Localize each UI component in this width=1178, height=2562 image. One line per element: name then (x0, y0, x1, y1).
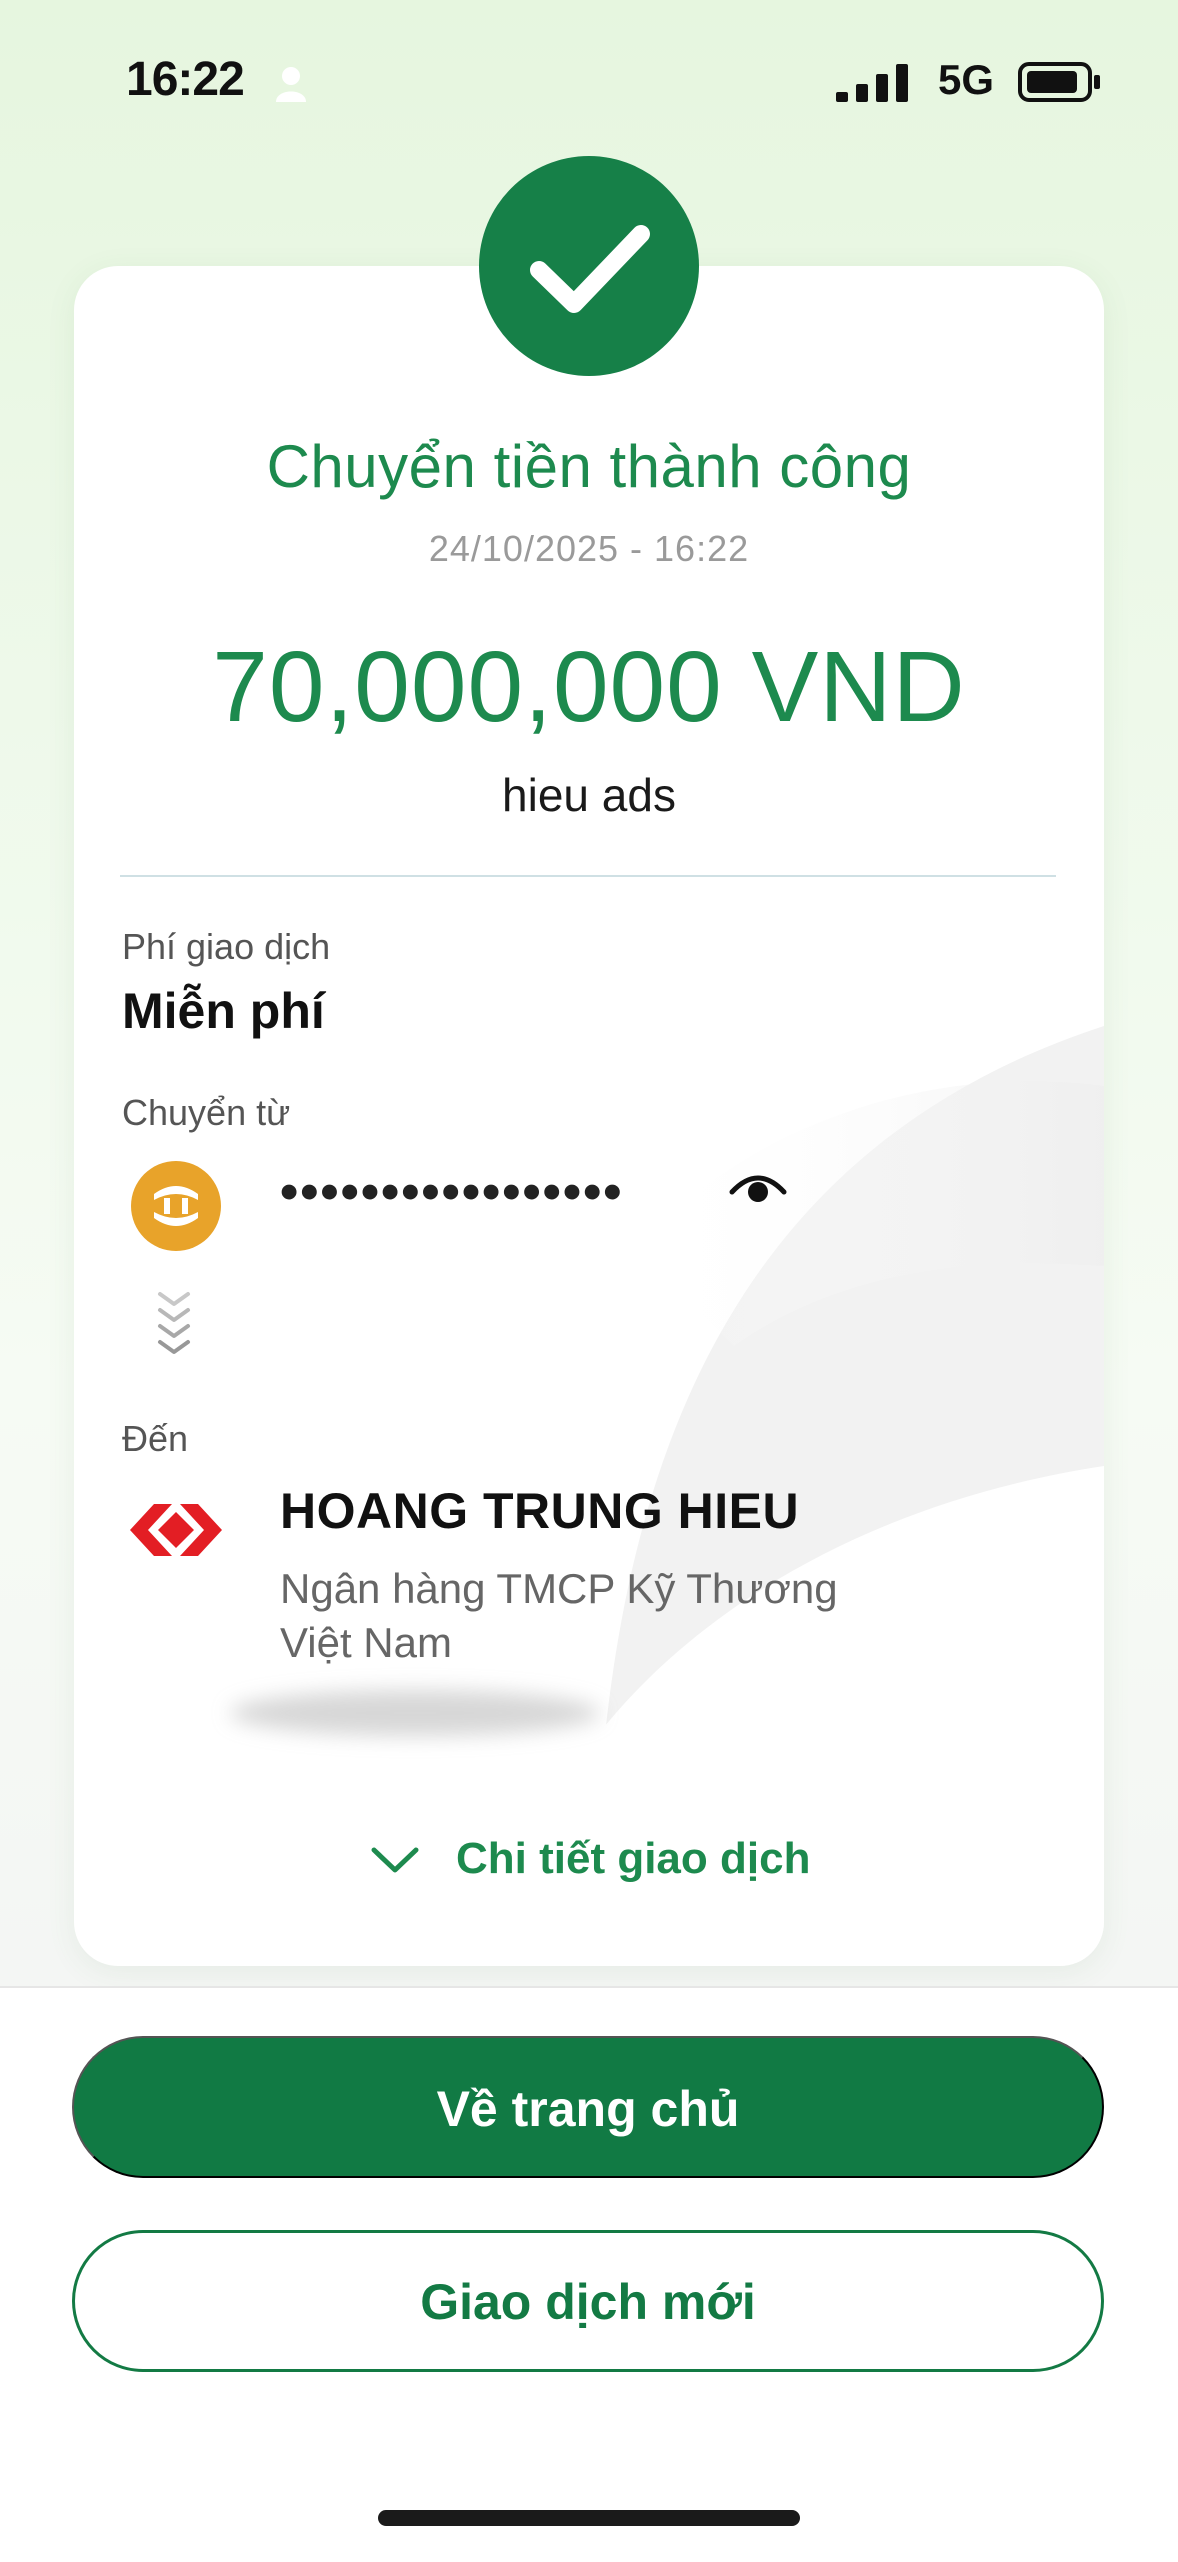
fee-value: Miễn phí (122, 983, 325, 1039)
transfer-note: hieu ads (502, 769, 676, 821)
home-button[interactable]: Về trang chủ (72, 2036, 1104, 2178)
recipient-name: HOANG TRUNG HIEU (280, 1483, 800, 1539)
success-badge (479, 156, 699, 376)
from-label: Chuyển từ (122, 1092, 291, 1133)
status-bar: 16:22 5G (0, 0, 1178, 160)
chevrons-down-icon (154, 1286, 194, 1363)
techcombank-logo-icon (128, 1498, 224, 1567)
divider (120, 875, 1056, 877)
page-title: Chuyển tiền thành công (266, 433, 912, 500)
check-icon (530, 225, 650, 313)
person-icon (276, 66, 306, 107)
details-link-label: Chi tiết giao dịch (456, 1834, 811, 1883)
home-indicator[interactable] (378, 2510, 800, 2526)
transfer-amount: 70,000,000 VND (212, 631, 966, 743)
recipient-bank: Ngân hàng TMCP Kỹ Thương Việt Nam (280, 1565, 838, 1666)
signal-icon (836, 62, 926, 107)
chevron-down-icon (370, 1844, 420, 1879)
new-transaction-button[interactable]: Giao dịch mới (72, 2230, 1104, 2372)
to-label: Đến (122, 1418, 189, 1459)
fee-label: Phí giao dịch (122, 926, 331, 967)
shadow-decoration (230, 1690, 600, 1736)
masked-account-number: ••••••••••••••••• (280, 1163, 624, 1221)
eye-icon[interactable] (728, 1162, 788, 1217)
battery-icon (1018, 62, 1102, 107)
network-label: 5G (938, 56, 995, 103)
status-time: 16:22 (126, 53, 245, 106)
transaction-datetime: 24/10/2025 - 16:22 (428, 528, 750, 569)
bank-logo-icon (130, 1160, 222, 1257)
